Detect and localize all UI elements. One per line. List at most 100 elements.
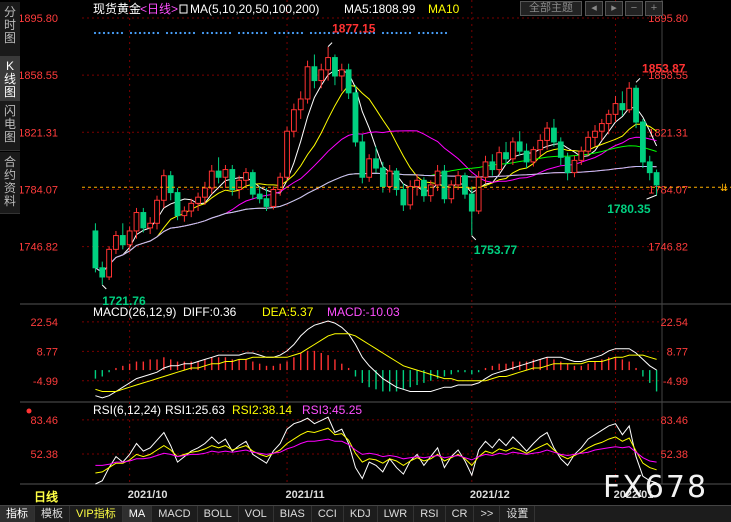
signal-dot-11 <box>143 31 146 35</box>
candle-body-40 <box>366 158 373 178</box>
candle-body-28 <box>284 130 290 178</box>
sidebar-tab-0[interactable]: 分时图 <box>0 2 20 58</box>
tab-bias-7[interactable]: BIAS <box>274 506 312 522</box>
rsi-right-tick-0: 83.46 <box>660 415 688 427</box>
sidebar-tab-2[interactable]: 闪电图 <box>0 101 20 151</box>
signal-dot-6 <box>120 31 124 35</box>
candle-body-54 <box>462 175 468 195</box>
signal-dot-0 <box>93 31 97 35</box>
annotation-1: 1853.87 <box>642 61 686 75</box>
candle-body-31 <box>304 66 311 100</box>
signal-dot-77 <box>440 31 443 35</box>
tab-lwr-10[interactable]: LWR <box>378 506 415 522</box>
signal-dot-21 <box>188 31 191 35</box>
candle-body-22 <box>243 172 249 181</box>
signal-dot-66 <box>390 31 394 35</box>
candle-body-10 <box>160 175 167 201</box>
signal-dot-5 <box>116 31 119 35</box>
kline-chart[interactable]: 1895.80 1895.801858.55 1858.551821.31 1821.… <box>20 0 731 505</box>
rsi-rsi3-line <box>95 438 657 466</box>
signal-dot-48 <box>309 31 313 35</box>
candle-body-25 <box>263 198 270 207</box>
tab--14[interactable]: 设置 <box>500 506 536 522</box>
annotation-0: 1877.15 <box>332 22 376 36</box>
candle-body-17 <box>208 170 215 189</box>
candle-body-64 <box>530 149 537 163</box>
signal-dot-33 <box>242 31 245 35</box>
tab--0[interactable]: 指标 <box>0 506 35 522</box>
candle-body-61 <box>509 141 516 160</box>
rsi-title: RSI(6,12,24) <box>93 403 161 417</box>
signal-dot-1 <box>98 31 101 35</box>
prev-icon[interactable]: ◂ <box>585 1 603 16</box>
signal-dot-46 <box>300 31 304 35</box>
tab-macd-4[interactable]: MACD <box>152 506 198 522</box>
tab--13[interactable]: >> <box>474 506 501 522</box>
candle-body-71 <box>578 150 585 161</box>
candle-body-11 <box>167 175 174 194</box>
sidebar-tab-1[interactable]: K线图 <box>0 56 20 102</box>
annotation-3: 1753.77 <box>474 243 518 257</box>
candle-body-66 <box>544 127 550 141</box>
next-icon[interactable]: ▸ <box>605 1 623 16</box>
tab-cr-12[interactable]: CR <box>446 506 475 522</box>
candle-body-80 <box>639 121 646 163</box>
signal-dot-18 <box>174 31 178 35</box>
signal-dot-20 <box>183 31 187 35</box>
candle-body-53 <box>455 175 462 186</box>
signal-dot-51 <box>323 31 326 35</box>
candle-body-29 <box>290 109 297 132</box>
signal-dot-52 <box>327 31 331 35</box>
signal-dot-42 <box>282 31 286 35</box>
candle-body-62 <box>516 141 523 152</box>
theme-button[interactable]: 全部主题 <box>520 1 582 16</box>
signal-dot-10 <box>138 31 142 35</box>
signal-dot-13 <box>152 31 155 35</box>
main-right-tick-4: 1746.82 <box>648 242 688 254</box>
candle-body-9 <box>154 199 160 224</box>
sidebar-tab-3[interactable]: 合约资料 <box>0 152 20 214</box>
candle-body-58 <box>489 161 496 171</box>
signal-dot-35 <box>251 31 254 35</box>
x-tick-0: 2021/10 <box>128 489 168 501</box>
zoom-out-icon[interactable]: − <box>625 1 643 16</box>
watermark-logo: FX678 <box>603 470 709 505</box>
ma200-line <box>95 166 657 274</box>
zoom-in-icon[interactable]: + <box>645 1 663 16</box>
signal-dot-70 <box>408 31 412 35</box>
candle-body-78 <box>626 87 633 111</box>
candle-body-50 <box>434 170 441 186</box>
candle-body-18 <box>215 170 222 178</box>
tab--1[interactable]: 模板 <box>35 506 70 522</box>
tab-vip-2[interactable]: VIP指标 <box>70 506 123 522</box>
candle-body-4 <box>119 235 126 246</box>
tab-kdj-9[interactable]: KDJ <box>344 506 378 522</box>
signal-dot-12 <box>147 31 151 35</box>
signal-dot-22 <box>192 31 196 35</box>
candle-body-12 <box>174 192 181 217</box>
annotation-4: 1780.35 <box>607 202 651 216</box>
candle-body-30 <box>297 98 304 111</box>
candle-body-76 <box>612 103 619 115</box>
tab-boll-5[interactable]: BOLL <box>198 506 239 522</box>
signal-dot-26 <box>210 31 214 35</box>
signal-dot-69 <box>404 31 407 35</box>
candle-body-60 <box>503 152 509 160</box>
annotation-pointer-1 <box>635 77 641 83</box>
signal-dot-36 <box>255 31 259 35</box>
signal-dot-27 <box>215 31 218 35</box>
signal-dot-30 <box>228 31 232 35</box>
tab-vol-6[interactable]: VOL <box>239 506 274 522</box>
tab-cci-8[interactable]: CCI <box>312 506 344 522</box>
chart-period: <日线> <box>140 2 178 16</box>
x-tick-1: 2021/11 <box>285 489 324 501</box>
rsi3-legend: RSI3:45.25 <box>302 403 362 417</box>
candle-body-5 <box>126 230 133 246</box>
candle-body-81 <box>646 161 653 174</box>
candle-body-14 <box>188 202 195 212</box>
tab-ma-3[interactable]: MA <box>122 506 153 522</box>
tab-rsi-11[interactable]: RSI <box>414 506 446 522</box>
candle-body-73 <box>592 130 598 138</box>
macd-diff-legend: DIFF:0.36 <box>183 305 237 319</box>
candle-body-21 <box>236 179 243 191</box>
